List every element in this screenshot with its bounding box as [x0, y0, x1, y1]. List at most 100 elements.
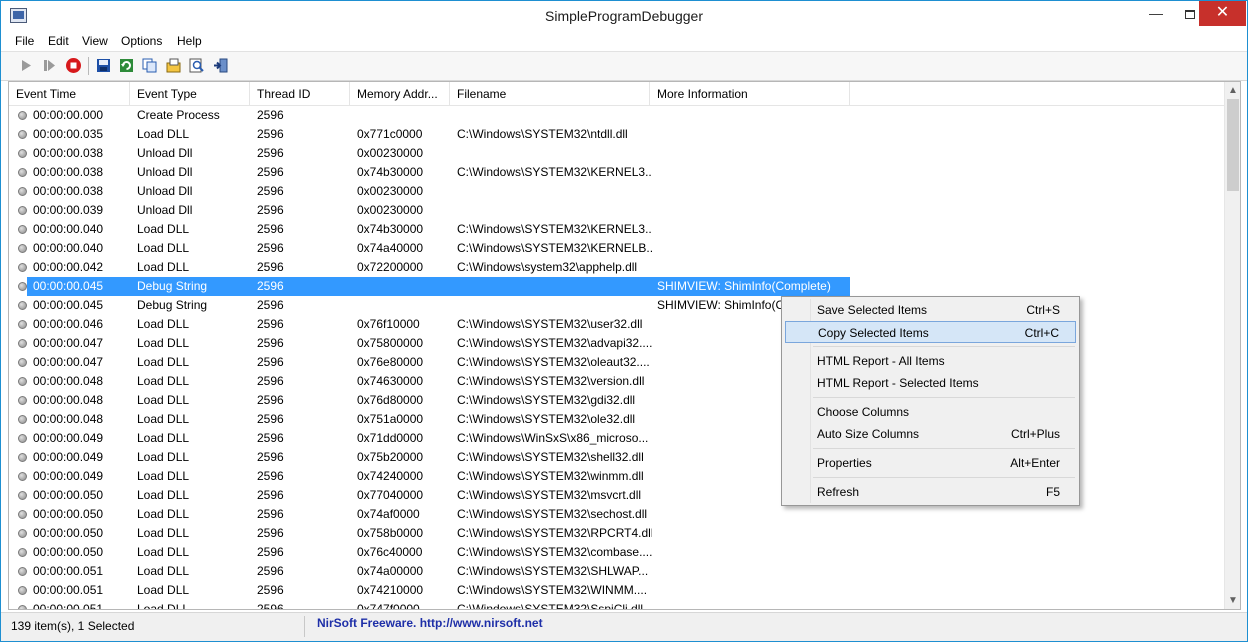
- scroll-up-icon[interactable]: ▲: [1225, 82, 1240, 99]
- cell-addr: 0x00230000: [357, 146, 424, 160]
- context-menu-item[interactable]: HTML Report - Selected Items: [785, 372, 1076, 394]
- minimize-icon: —: [1149, 5, 1163, 21]
- title-bar[interactable]: SimpleProgramDebugger — ✕: [1, 1, 1247, 32]
- menu-view[interactable]: View: [82, 34, 108, 48]
- exit-icon[interactable]: [212, 57, 229, 74]
- table-row[interactable]: 00:00:00.050 Load DLL 2596 0x74af0000 C:\Win…: [9, 505, 1224, 524]
- cell-thread: 2596: [257, 450, 284, 464]
- cell-time: 00:00:00.048: [33, 374, 104, 388]
- table-row[interactable]: 00:00:00.051 Load DLL 2596 0x747f0000 C:\Win…: [9, 600, 1224, 609]
- save-icon[interactable]: [95, 57, 112, 74]
- column-thread-id[interactable]: Thread ID: [250, 82, 350, 106]
- cell-thread: 2596: [257, 203, 284, 217]
- cell-addr: 0x76d80000: [357, 393, 424, 407]
- cell-file: C:\Windows\SYSTEM32\version.dll: [457, 374, 645, 388]
- cell-file: C:\Windows\SYSTEM32\user32.dll: [457, 317, 643, 331]
- status-divider: [304, 616, 305, 637]
- cell-addr: 0x74210000: [357, 583, 424, 597]
- copy-icon[interactable]: [141, 57, 158, 74]
- row-status-icon: [18, 168, 27, 177]
- menu-separator: [813, 397, 1075, 398]
- context-menu-item[interactable]: Refresh F5: [785, 481, 1076, 503]
- row-status-icon: [18, 472, 27, 481]
- context-menu-item[interactable]: HTML Report - All Items: [785, 350, 1076, 372]
- table-row[interactable]: 00:00:00.042 Load DLL 2596 0x72200000 C:\Win…: [9, 258, 1224, 277]
- table-row[interactable]: 00:00:00.040 Load DLL 2596 0x74b30000 C:\Win…: [9, 220, 1224, 239]
- cell-info: [657, 562, 1057, 581]
- cell-time: 00:00:00.049: [33, 431, 104, 445]
- cell-addr: 0x74240000: [357, 469, 424, 483]
- cell-info: [657, 106, 1057, 125]
- table-row[interactable]: 00:00:00.051 Load DLL 2596 0x74a00000 C:\Win…: [9, 562, 1224, 581]
- context-menu-item[interactable]: Properties Alt+Enter: [785, 452, 1076, 474]
- cell-type: Load DLL: [137, 260, 190, 274]
- cell-addr: 0x00230000: [357, 203, 424, 217]
- close-button[interactable]: ✕: [1199, 1, 1246, 26]
- cell-file: [457, 144, 652, 163]
- column-event-type[interactable]: Event Type: [130, 82, 250, 106]
- table-row[interactable]: 00:00:00.050 Load DLL 2596 0x758b0000 C:\Win…: [9, 524, 1224, 543]
- table-row[interactable]: 00:00:00.045 Debug String 2596 SHIMVIEW: Sh…: [9, 277, 1224, 296]
- table-row[interactable]: 00:00:00.038 Unload Dll 2596 0x00230000: [9, 182, 1224, 201]
- nirsoft-link[interactable]: NirSoft Freeware. http://www.nirsoft.net: [317, 616, 543, 630]
- step-icon[interactable]: [41, 57, 58, 74]
- minimize-button[interactable]: —: [1139, 1, 1173, 26]
- row-status-icon: [18, 396, 27, 405]
- scroll-down-icon[interactable]: ▼: [1225, 592, 1240, 609]
- context-menu-item[interactable]: Save Selected Items Ctrl+S: [785, 299, 1076, 321]
- cell-time: 00:00:00.050: [33, 488, 104, 502]
- cell-thread: 2596: [257, 526, 284, 540]
- window-title: SimpleProgramDebugger: [545, 8, 703, 24]
- cell-time: 00:00:00.049: [33, 450, 104, 464]
- column-memory-address[interactable]: Memory Addr...: [350, 82, 450, 106]
- table-row[interactable]: 00:00:00.039 Unload Dll 2596 0x00230000: [9, 201, 1224, 220]
- cell-info: [657, 239, 1057, 258]
- context-menu-item[interactable]: Auto Size Columns Ctrl+Plus: [785, 423, 1076, 445]
- cell-addr: [357, 296, 452, 315]
- column-event-time[interactable]: Event Time: [9, 82, 130, 106]
- properties-icon[interactable]: [165, 57, 182, 74]
- table-row[interactable]: 00:00:00.035 Load DLL 2596 0x771c0000 C:\Win…: [9, 125, 1224, 144]
- row-status-icon: [18, 434, 27, 443]
- cell-addr: 0x74b30000: [357, 165, 424, 179]
- cell-type: Load DLL: [137, 355, 190, 369]
- menu-file[interactable]: File: [15, 34, 34, 48]
- row-status-icon: [18, 415, 27, 424]
- cell-thread: 2596: [257, 108, 284, 122]
- table-row[interactable]: 00:00:00.000 Create Process 2596: [9, 106, 1224, 125]
- cell-file: C:\Windows\SYSTEM32\advapi32....: [457, 336, 652, 350]
- menu-item-label: Choose Columns: [817, 405, 910, 419]
- menu-item-shortcut: Ctrl+C: [1024, 326, 1059, 340]
- cell-addr: 0x74630000: [357, 374, 424, 388]
- cell-time: 00:00:00.038: [33, 184, 104, 198]
- context-menu-item[interactable]: Copy Selected Items Ctrl+C: [785, 321, 1076, 343]
- stop-icon[interactable]: [65, 57, 82, 74]
- cell-type: Load DLL: [137, 127, 190, 141]
- table-row[interactable]: 00:00:00.038 Unload Dll 2596 0x74b30000 C:\W…: [9, 163, 1224, 182]
- cell-file: C:\Windows\WinSxS\x86_microso...: [457, 431, 649, 445]
- cell-file: C:\Windows\SYSTEM32\ole32.dll: [457, 412, 636, 426]
- menu-separator: [813, 448, 1075, 449]
- cell-file: C:\Windows\SYSTEM32\winmm.dll: [457, 469, 644, 483]
- menu-edit[interactable]: Edit: [48, 34, 69, 48]
- play-icon[interactable]: [17, 57, 34, 74]
- table-row[interactable]: 00:00:00.051 Load DLL 2596 0x74210000 C:\Win…: [9, 581, 1224, 600]
- row-status-icon: [18, 358, 27, 367]
- cell-thread: 2596: [257, 165, 284, 179]
- scroll-thumb[interactable]: [1227, 99, 1239, 191]
- menu-options[interactable]: Options: [121, 34, 162, 48]
- column-filename[interactable]: Filename: [450, 82, 650, 106]
- column-more-information[interactable]: More Information: [650, 82, 850, 106]
- find-icon[interactable]: [188, 57, 205, 74]
- menu-item-shortcut: Ctrl+Plus: [1010, 427, 1060, 441]
- cell-time: 00:00:00.047: [33, 336, 104, 350]
- cell-thread: 2596: [257, 393, 284, 407]
- menu-help[interactable]: Help: [177, 34, 202, 48]
- context-menu-item[interactable]: Choose Columns: [785, 401, 1076, 423]
- table-row[interactable]: 00:00:00.050 Load DLL 2596 0x76c40000 C:\Win…: [9, 543, 1224, 562]
- refresh-icon[interactable]: [118, 57, 135, 74]
- table-row[interactable]: 00:00:00.040 Load DLL 2596 0x74a40000 C:\Win…: [9, 239, 1224, 258]
- vertical-scrollbar[interactable]: ▲ ▼: [1224, 82, 1240, 609]
- table-row[interactable]: 00:00:00.038 Unload Dll 2596 0x00230000: [9, 144, 1224, 163]
- cell-type: Load DLL: [137, 412, 190, 426]
